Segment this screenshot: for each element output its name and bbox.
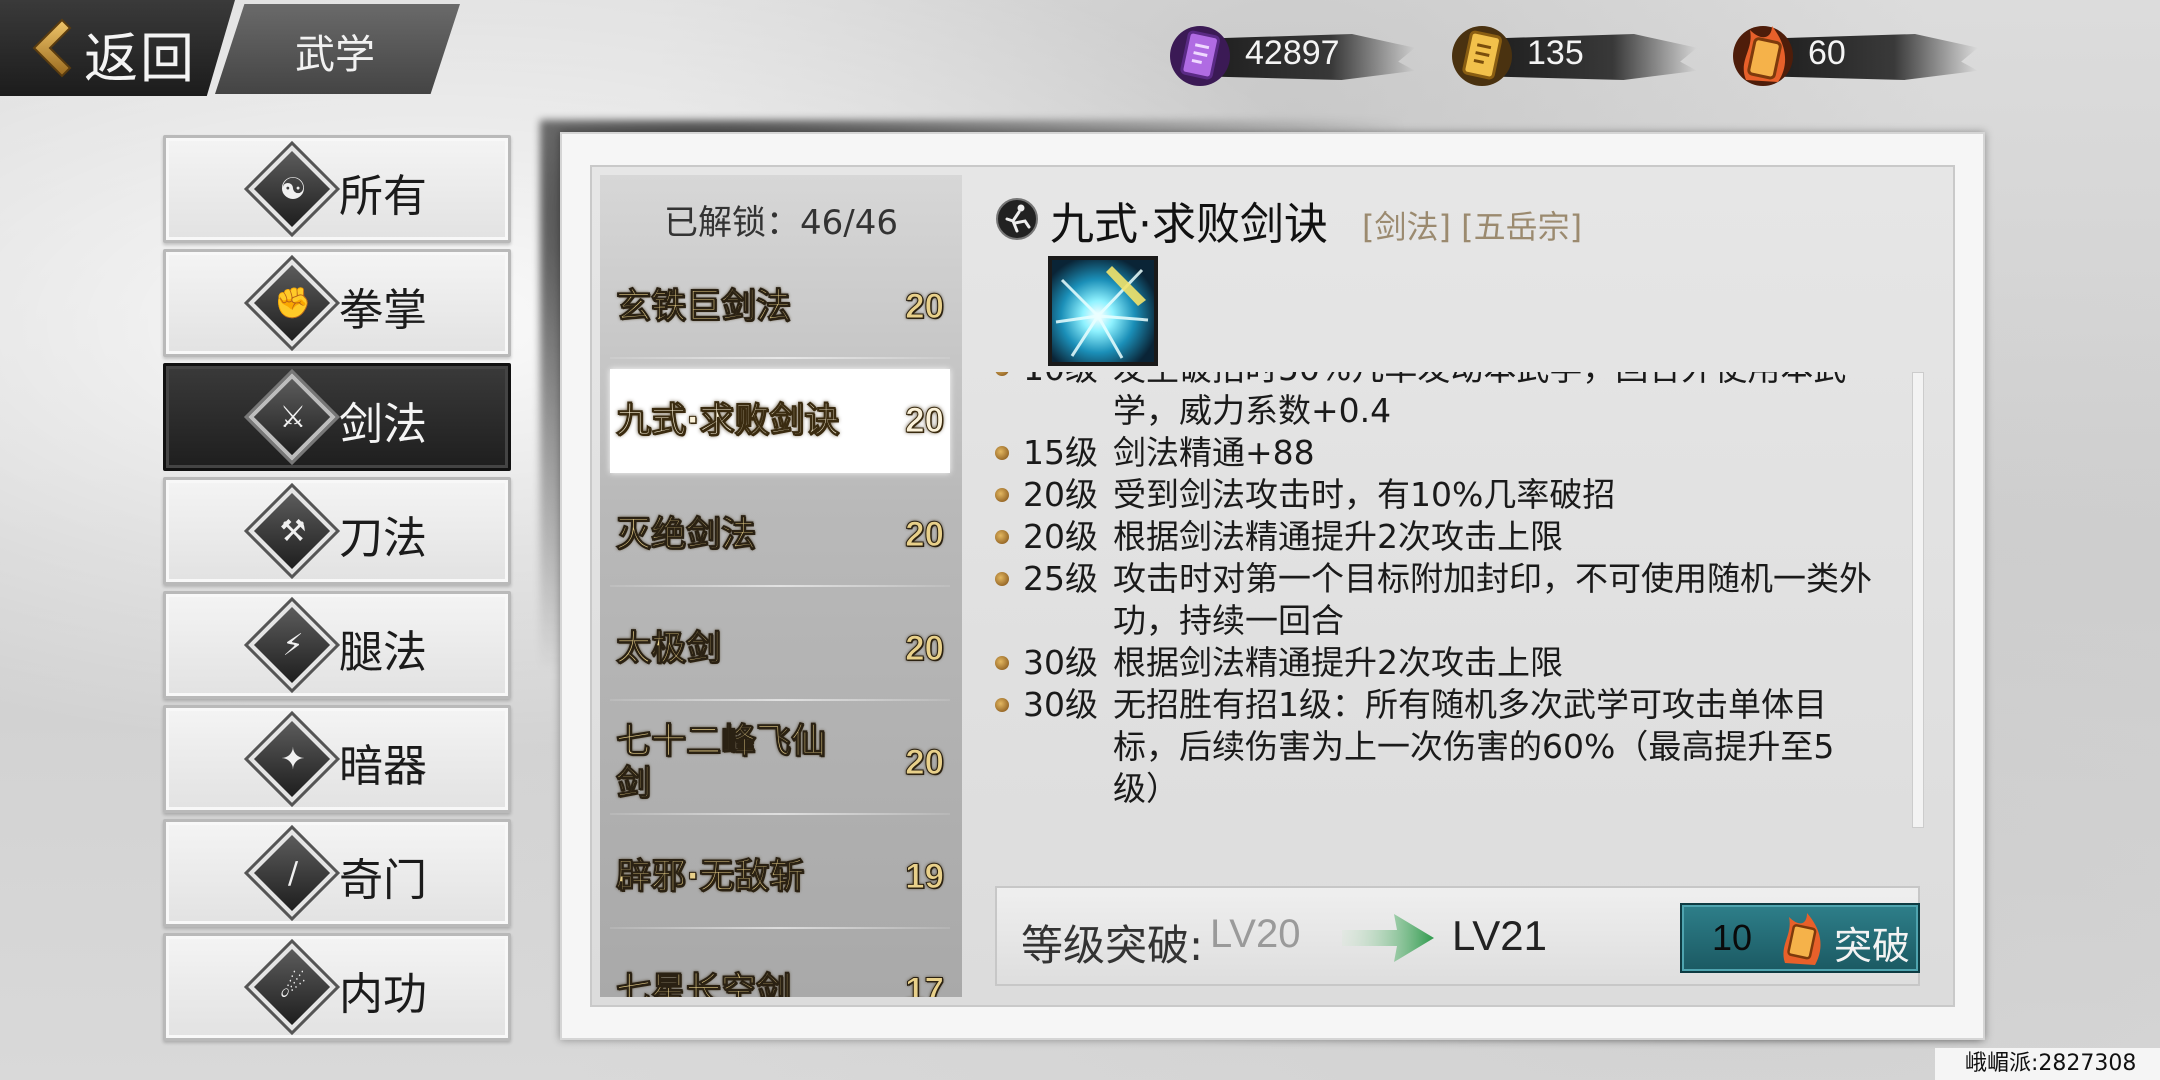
bullet-icon: [995, 488, 1009, 502]
skill-name: 灭绝剑法: [616, 515, 757, 556]
currency-value: 135: [1527, 34, 1584, 72]
effect-item: 30级 无招胜有招1级：所有随机多次武学可攻击单体目标，后续伤害为上一次伤害的6…: [995, 684, 1875, 810]
category-fist[interactable]: ✊ 拳掌: [163, 249, 511, 357]
skill-list-item[interactable]: 太极剑 20: [610, 597, 950, 701]
current-level: LV20: [1210, 912, 1301, 956]
back-button[interactable]: 返回: [0, 0, 235, 96]
skill-list-item[interactable]: 灭绝剑法 20: [610, 483, 950, 587]
arrow-right-icon: [1342, 914, 1434, 962]
effect-scrollbar[interactable]: [1912, 372, 1924, 828]
skill-level: 17: [905, 971, 945, 998]
skill-name: 七星长空剑: [616, 971, 792, 998]
skill-art-icon[interactable]: [1048, 256, 1158, 366]
back-label: 返回: [84, 27, 196, 90]
effect-item: 30级 根据剑法精通提升2次攻击上限: [995, 642, 1875, 684]
skill-title: 九式·求败剑诀: [1050, 199, 1328, 250]
currency-value: 60: [1808, 34, 1846, 72]
skill-level: 20: [905, 743, 945, 783]
bullet-icon: [995, 530, 1009, 544]
internal-art-icon: ☄: [279, 970, 307, 1005]
skill-name: 九式·求败剑诀: [616, 401, 840, 442]
page-title-tab: 武学: [215, 4, 460, 94]
breakthrough-label: 等级突破:: [1021, 921, 1204, 970]
chevron-left-icon: [32, 18, 72, 78]
skill-list-item[interactable]: 辟邪·无敌斩 19: [610, 825, 950, 929]
currency-gold: 135: [1447, 20, 1697, 92]
effect-item: 25级 攻击时对第一个目标附加封印，不可使用随机一类外功，持续一回合: [995, 558, 1875, 642]
currency-purple: 42897: [1165, 20, 1415, 92]
breakthrough-button[interactable]: 10 突破: [1680, 903, 1920, 973]
skill-list-item[interactable]: 七星长空剑 17: [610, 939, 950, 998]
fire-scroll-icon: [1733, 26, 1793, 86]
effect-item: 20级 受到剑法攻击时，有10%几率破招: [995, 474, 1875, 516]
skill-list[interactable]: 已解锁：46/46 玄铁巨剑法 20 九式·求败剑诀 20 灭绝剑法 20 太极…: [600, 175, 962, 997]
martial-figure-icon: [996, 198, 1038, 240]
fire-scroll-icon: [1783, 913, 1821, 965]
bullet-icon: [995, 446, 1009, 460]
category-all[interactable]: ☯ 所有: [163, 135, 511, 243]
sword-burst-icon: [1052, 260, 1154, 362]
category-label: 刀法: [339, 513, 427, 564]
skill-name: 七十二峰飞仙剑: [616, 722, 827, 805]
skill-level: 20: [905, 401, 945, 441]
skill-level: 20: [905, 287, 945, 327]
effect-item: 10级 发生破招时50%几率发动本武学，回合外使用本武学，威力系数+0.4: [995, 372, 1875, 432]
skill-level: 19: [905, 857, 945, 897]
category-label: 腿法: [339, 627, 427, 678]
meditation-icon: ☯: [279, 172, 307, 207]
category-kick[interactable]: ⚡ 腿法: [163, 591, 511, 699]
category-sword[interactable]: ⚔ 剑法: [163, 363, 511, 471]
bullet-icon: [995, 372, 1009, 376]
effect-list[interactable]: 10级 发生破招时50%几率发动本武学，回合外使用本武学，威力系数+0.4 15…: [995, 372, 1875, 832]
category-internal[interactable]: ☄ 内功: [163, 933, 511, 1041]
currency-fire: 60: [1728, 20, 1978, 92]
bullet-icon: [995, 656, 1009, 670]
skill-level: 20: [905, 629, 945, 669]
category-label: 奇门: [339, 855, 427, 906]
skill-list-item[interactable]: 七十二峰飞仙剑 20: [610, 711, 950, 815]
category-label: 内功: [339, 969, 427, 1020]
breakthrough-label-text: 突破: [1834, 924, 1911, 968]
category-exotic[interactable]: ∕ 奇门: [163, 819, 511, 927]
skill-name: 辟邪·无敌斩: [616, 857, 805, 898]
purple-scroll-icon: [1170, 26, 1230, 86]
page-title: 武学: [295, 32, 375, 78]
category-label: 剑法: [339, 399, 427, 450]
unlocked-count: 已解锁：46/46: [664, 203, 898, 243]
server-watermark: 峨嵋派:2827308: [1935, 1048, 2160, 1080]
bullet-icon: [995, 698, 1009, 712]
shuriken-icon: ✦: [280, 742, 306, 777]
sword-icon: ⚔: [279, 400, 307, 435]
category-hidden-weapon[interactable]: ✦ 暗器: [163, 705, 511, 813]
skill-list-item[interactable]: 玄铁巨剑法 20: [610, 255, 950, 359]
skill-tags: [剑法] [五岳宗]: [1362, 208, 1583, 246]
skill-name: 玄铁巨剑法: [616, 287, 792, 328]
effect-item: 15级 剑法精通+88: [995, 432, 1875, 474]
blade-icon: ⚒: [279, 514, 307, 549]
staff-icon: ∕: [287, 856, 299, 891]
currency-value: 42897: [1245, 34, 1340, 72]
fist-icon: ✊: [274, 286, 312, 321]
next-level: LV21: [1452, 912, 1547, 959]
skill-list-item-selected[interactable]: 九式·求败剑诀 20: [610, 369, 950, 473]
kick-icon: ⚡: [282, 628, 304, 663]
skill-name: 太极剑: [616, 629, 722, 670]
skill-level: 20: [905, 515, 945, 555]
gold-scroll-icon: [1452, 26, 1512, 86]
category-blade[interactable]: ⚒ 刀法: [163, 477, 511, 585]
category-label: 拳掌: [339, 285, 427, 336]
effect-item: 20级 根据剑法精通提升2次攻击上限: [995, 516, 1875, 558]
category-label: 所有: [339, 171, 427, 222]
bullet-icon: [995, 572, 1009, 586]
breakthrough-cost: 10: [1712, 917, 1753, 958]
category-label: 暗器: [339, 741, 427, 792]
